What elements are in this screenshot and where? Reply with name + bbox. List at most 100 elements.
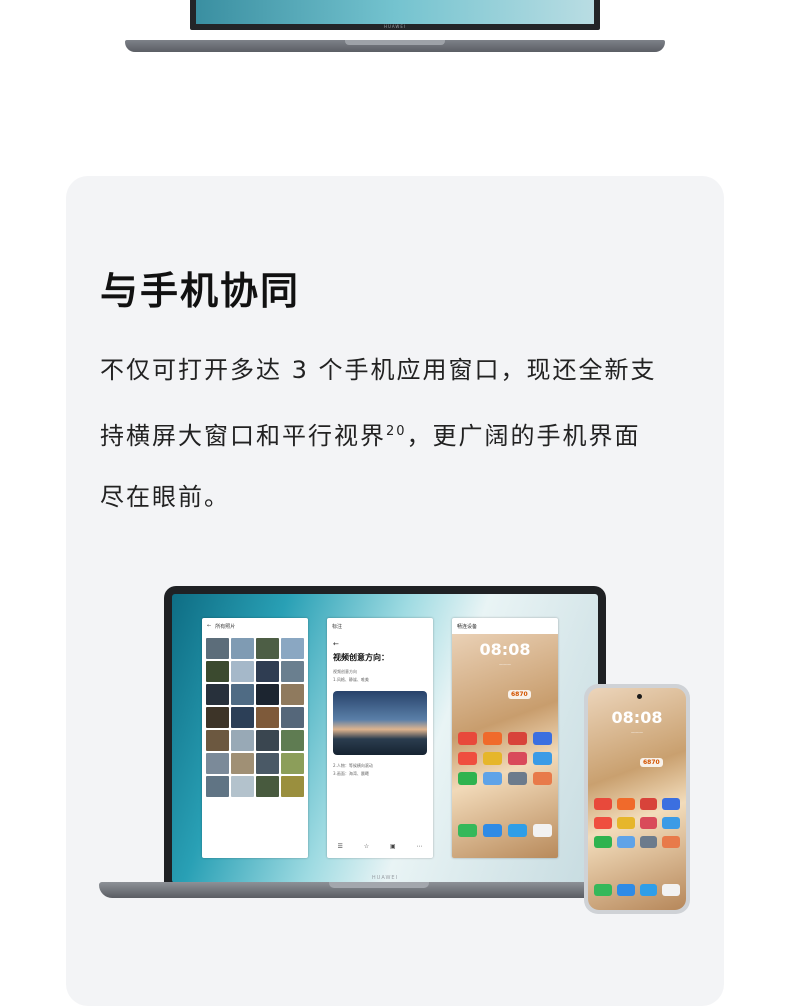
app-icon: [508, 772, 527, 785]
photo-thumbnail: [256, 638, 279, 659]
app-icon: [639, 817, 658, 829]
app-icon: [483, 732, 502, 745]
app-icon: [458, 772, 477, 785]
note-line: 3.画面：海湾、晨曦: [333, 771, 369, 776]
photo-thumbnail: [256, 707, 279, 728]
photo-thumbnail: [281, 753, 304, 774]
note-title: 视频创意方向：: [333, 653, 389, 662]
photo-thumbnail: [281, 730, 304, 751]
note-document: ← 视频创意方向： 视频创意方向 1.风格、静谧、唯美 2.人物：等候横向滚动 …: [327, 634, 433, 785]
phone-mirror-wallpaper: 08:08 ——— 6870: [452, 634, 558, 858]
camera-app-icon: [662, 884, 680, 896]
app-icon: [533, 752, 552, 765]
app-icon: [533, 732, 552, 745]
front-camera: [637, 694, 642, 699]
phone-clock: 08:08: [611, 708, 663, 727]
phone-image: 08:08 ——— 6870: [584, 684, 690, 914]
app-icon: [639, 798, 658, 810]
top-laptop-notch: [345, 40, 445, 45]
photo-thumbnail: [256, 684, 279, 705]
messages-app-icon: [616, 884, 635, 896]
app-icon: [616, 798, 635, 810]
app-icon: [662, 836, 680, 848]
app-icon: [594, 817, 612, 829]
desc-line-3: 尽在眼前。: [100, 483, 230, 511]
laptop-notch: [329, 882, 429, 888]
mirror-date-line: ———: [499, 662, 511, 667]
phone-mirror-window: 畅连设备 08:08 ——— 6870: [452, 618, 558, 858]
photo-thumbnail: [281, 661, 304, 682]
photo-thumbnail: [231, 684, 254, 705]
app-icon: [508, 732, 527, 745]
note-line: 2.人物：等候横向滚动: [333, 763, 373, 768]
photo-thumbnail: [231, 753, 254, 774]
app-icon: [662, 817, 680, 829]
messages-app-icon: [483, 824, 502, 837]
editor-window-bar: 标注: [327, 618, 433, 634]
app-icon: [639, 836, 658, 848]
mirror-app-grid: [458, 732, 552, 785]
mirror-weather-widget: 6870: [508, 690, 531, 699]
note-photo: [333, 691, 427, 755]
top-laptop-wallpaper: [196, 0, 594, 24]
top-laptop-brand: HUAWEI: [383, 24, 407, 29]
photo-thumbnail: [256, 661, 279, 682]
photo-thumbnail: [256, 753, 279, 774]
desc-line-2-pre: 持横屏大窗口和平行视界: [100, 422, 386, 450]
photo-thumbnail: [231, 707, 254, 728]
app-icon: [662, 798, 680, 810]
top-laptop-image: HUAWEI: [125, 0, 665, 62]
photo-thumbnail: [231, 730, 254, 751]
app-icon: [533, 772, 552, 785]
photo-thumbnail: [256, 730, 279, 751]
photo-thumbnail: [206, 753, 229, 774]
phone-window-bar: 畅连设备: [452, 618, 558, 634]
style-icon: ☆: [363, 843, 370, 850]
phone-app-icon: [458, 824, 477, 837]
section-title: 与手机协同: [100, 269, 301, 313]
phone-app-grid: [594, 798, 680, 848]
footnote-20: 20: [386, 424, 407, 439]
photo-thumbnail: [231, 661, 254, 682]
note-line: 1.风格、静谧、唯美: [333, 677, 369, 682]
camera-app-icon: [533, 824, 552, 837]
top-laptop-screen: HUAWEI: [190, 0, 600, 30]
laptop-brand: HUAWEI: [371, 875, 399, 881]
photo-thumbnail: [206, 776, 229, 797]
mirror-clock: 08:08: [479, 640, 531, 659]
desc-line-2: 持横屏大窗口和平行视界20，更广阔的手机界面: [100, 401, 700, 467]
laptop-screen: ← 所有照片 标注 ← 视频创意方向： 视频创意方向 1.风格、静谧、唯美 2.…: [172, 594, 598, 883]
editor-toolbar: ☰ ☆ ▣ ⋯: [327, 843, 433, 850]
back-arrow-icon: ←: [333, 640, 339, 648]
laptop-lid: ← 所有照片 标注 ← 视频创意方向： 视频创意方向 1.风格、静谧、唯美 2.…: [164, 586, 606, 891]
photo-thumbnail: [206, 730, 229, 751]
desc-line-2-post: ，更广阔的手机界面: [406, 422, 641, 450]
photo-thumbnail: [256, 776, 279, 797]
note-line: 视频创意方向: [333, 669, 357, 674]
phone-dock: [594, 884, 680, 896]
photo-grid: [202, 634, 308, 801]
checklist-icon: ☰: [337, 843, 343, 850]
desc-line-1: 不仅可打开多达 3 个手机应用窗口，现还全新支: [100, 356, 657, 384]
phone-weather-widget: 6870: [640, 758, 663, 767]
gallery-window-bar: ← 所有照片: [202, 618, 308, 634]
phone-app-icon: [594, 884, 612, 896]
feature-card: 与手机协同 不仅可打开多达 3 个手机应用窗口，现还全新支 持横屏大窗口和平行视…: [66, 176, 724, 1006]
photo-thumbnail: [206, 661, 229, 682]
photo-thumbnail: [281, 707, 304, 728]
phone-date-line: ———: [631, 730, 643, 735]
app-icon: [616, 817, 635, 829]
photo-thumbnail: [281, 684, 304, 705]
app-icon: [594, 836, 612, 848]
app-icon: [483, 772, 502, 785]
phone-window-title: 畅连设备: [457, 623, 478, 630]
gallery-window: ← 所有照片: [202, 618, 308, 858]
app-icon: [483, 752, 502, 765]
app-icon: [458, 732, 477, 745]
photo-thumbnail: [206, 684, 229, 705]
photo-thumbnail: [231, 638, 254, 659]
photo-thumbnail: [281, 638, 304, 659]
note-editor-window: 标注 ← 视频创意方向： 视频创意方向 1.风格、静谧、唯美 2.人物：等候横向…: [327, 618, 433, 858]
laptop-image: ← 所有照片 标注 ← 视频创意方向： 视频创意方向 1.风格、静谧、唯美 2.…: [99, 586, 659, 916]
editor-top-label: 标注: [332, 623, 343, 630]
